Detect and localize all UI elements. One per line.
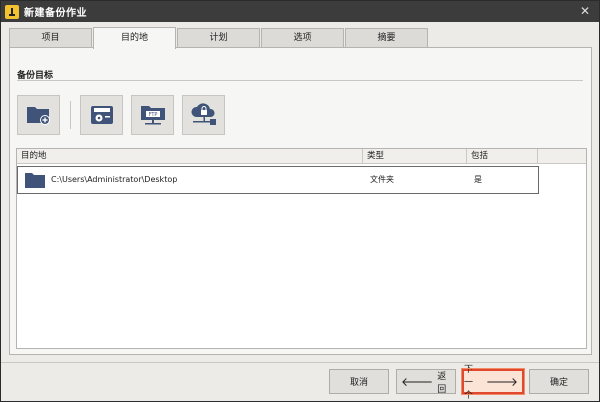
disk-drive-icon (90, 106, 113, 124)
arrow-left-icon: 🡐 (401, 374, 434, 389)
window-title: 新建备份作业 (24, 8, 87, 19)
close-icon[interactable]: ✕ (577, 4, 593, 19)
ok-button[interactable]: 确定 (529, 369, 589, 394)
backup-job-window: 新建备份作业 ✕ 项目 目的地 计划 选项 摘要 备份目标 FTP 目的地 类型… (0, 0, 600, 402)
destination-include: 是 (474, 175, 482, 184)
toolbar-separator (70, 101, 71, 129)
svg-text:FTP: FTP (148, 112, 157, 118)
footer-divider (1, 362, 599, 363)
tab-options[interactable]: 选项 (261, 28, 344, 48)
add-ftp-button[interactable]: FTP (131, 95, 174, 135)
add-network-button[interactable] (182, 95, 225, 135)
table-row[interactable]: C:\Users\Administrator\Desktop 文件夹 是 (17, 166, 539, 194)
add-folder-button[interactable] (17, 95, 60, 135)
cloud-network-icon (190, 103, 216, 125)
tab-summary[interactable]: 摘要 (345, 28, 428, 48)
next-button[interactable]: 下一个 🡒 (461, 365, 525, 401)
add-disk-button[interactable] (80, 95, 123, 135)
destination-list[interactable]: 目的地 类型 包括 C:\Users\Administrator\Desktop… (16, 148, 587, 349)
list-header: 目的地 类型 包括 (17, 149, 586, 164)
tab-destination[interactable]: 目的地 (93, 27, 176, 49)
column-header-destination[interactable]: 目的地 (17, 149, 363, 164)
title-bar[interactable]: 新建备份作业 ✕ (1, 1, 599, 22)
folder-add-icon (26, 107, 50, 125)
tab-bar: 项目 目的地 计划 选项 摘要 (9, 27, 429, 49)
next-label: 下一个 (464, 365, 474, 401)
ftp-folder-icon: FTP (140, 106, 165, 125)
back-label: 返回 (437, 371, 447, 395)
destination-path: C:\Users\Administrator\Desktop (51, 175, 178, 184)
cancel-label: 取消 (349, 378, 368, 388)
cancel-button[interactable]: 取消 (329, 369, 389, 394)
tab-schedule[interactable]: 计划 (177, 28, 260, 48)
folder-icon (25, 173, 45, 188)
destination-panel: 备份目标 FTP 目的地 类型 包括 C:\Users\Administrato… (9, 47, 592, 355)
destination-type: 文件夹 (370, 175, 394, 184)
section-divider (17, 80, 583, 81)
app-icon (5, 4, 19, 19)
column-header-include[interactable]: 包括 (467, 149, 538, 164)
column-header-type[interactable]: 类型 (363, 149, 467, 164)
arrow-right-icon: 🡒 (485, 374, 518, 389)
back-button[interactable]: 🡐 返回 (396, 369, 456, 395)
tab-items[interactable]: 项目 (9, 28, 92, 48)
ok-label: 确定 (549, 378, 568, 388)
